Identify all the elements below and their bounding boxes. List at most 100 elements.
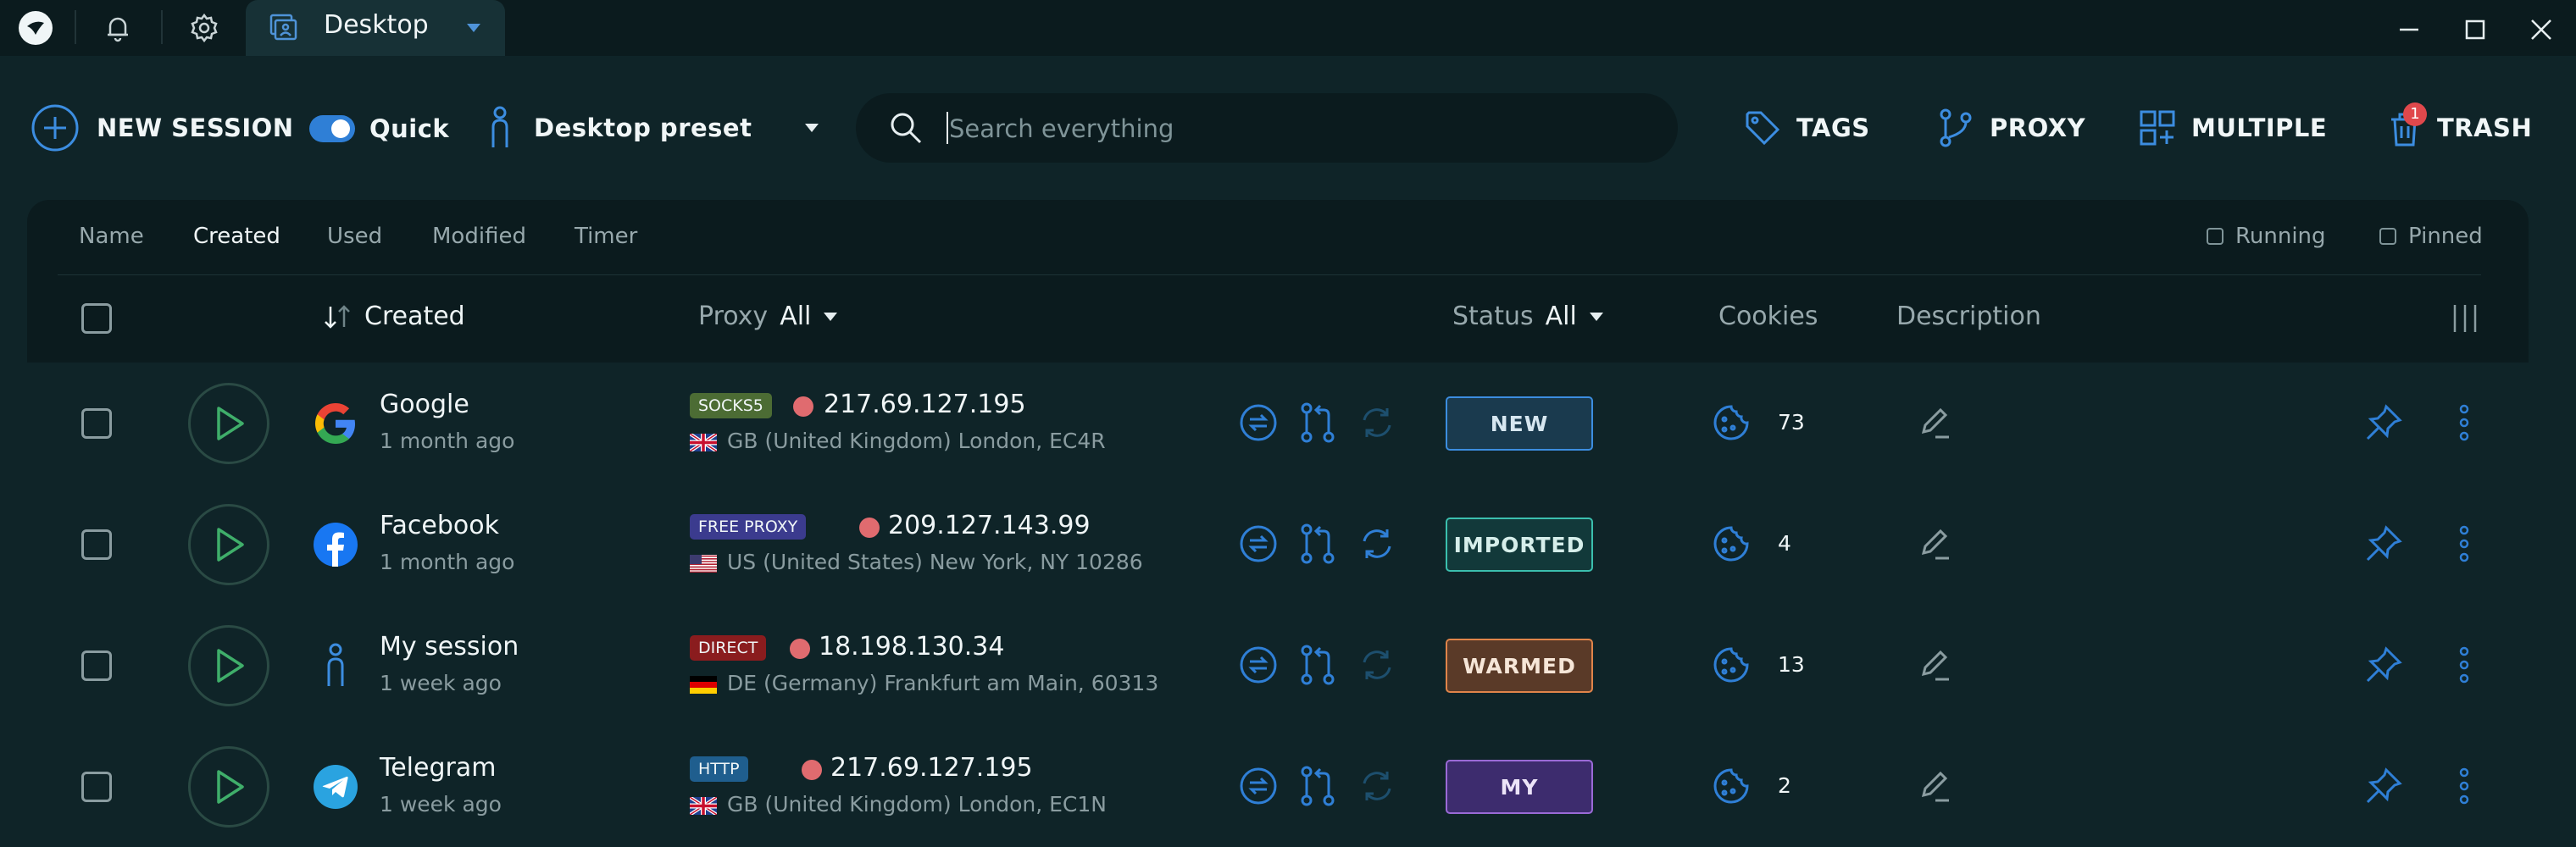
select-all-checkbox[interactable] [81, 303, 112, 334]
proxy-chain-icon[interactable] [1296, 401, 1339, 444]
session-name[interactable]: My session [380, 632, 519, 662]
divider [75, 10, 76, 44]
play-button[interactable] [188, 625, 269, 706]
cookie-icon[interactable] [1710, 765, 1752, 807]
preset-label: Desktop preset [534, 113, 752, 142]
session-name[interactable]: Google [380, 390, 469, 419]
row-checkbox[interactable] [81, 772, 112, 802]
pin-icon[interactable] [2361, 763, 2407, 809]
title-bar: Desktop [0, 0, 2576, 56]
column-status[interactable]: Status All [1452, 302, 1604, 331]
refresh-icon[interactable] [1356, 644, 1398, 686]
proxy-status-dot [790, 639, 810, 659]
column-proxy[interactable]: Proxy All [698, 302, 838, 331]
proxy-ip[interactable]: 217.69.127.195 [824, 390, 1026, 419]
proxy-ip[interactable]: 209.127.143.99 [888, 511, 1091, 540]
row-checkbox[interactable] [81, 650, 112, 681]
pin-icon[interactable] [2361, 642, 2407, 688]
table-row[interactable]: Telegram 1 week ago HTTP 217.69.127.195 … [27, 726, 2529, 847]
play-button[interactable] [188, 504, 269, 585]
edit-description-icon[interactable] [1913, 401, 1956, 444]
bell-icon[interactable] [97, 7, 139, 49]
pinned-filter[interactable]: Pinned [2379, 224, 2483, 249]
facebook-logo-icon [312, 521, 359, 568]
proxy-label: PROXY [1990, 113, 2086, 142]
sort-tab-timer[interactable]: Timer [575, 224, 637, 249]
pin-icon[interactable] [2361, 521, 2407, 567]
proxy-chain-icon[interactable] [1296, 644, 1339, 686]
edit-description-icon[interactable] [1913, 765, 1956, 807]
minimize-icon[interactable] [2386, 7, 2432, 53]
sort-tab-name[interactable]: Name [79, 224, 144, 249]
cookie-count: 2 [1778, 773, 1791, 798]
proxy-button[interactable]: PROXY [1937, 105, 2085, 151]
more-options-icon[interactable] [2447, 521, 2481, 567]
caret-down-icon [804, 123, 819, 133]
cookie-icon[interactable] [1710, 644, 1752, 686]
sort-tab-created[interactable]: Created [193, 224, 280, 249]
session-name[interactable]: Facebook [380, 511, 499, 540]
status-badge[interactable]: NEW [1446, 396, 1593, 451]
search-input[interactable] [947, 107, 1646, 151]
proxy-chain-icon[interactable] [1296, 523, 1339, 565]
sort-tab-modified[interactable]: Modified [432, 224, 526, 249]
proxy-ip[interactable]: 18.198.130.34 [819, 632, 1004, 662]
column-cookies[interactable]: Cookies [1718, 302, 1818, 331]
proxy-chain-icon[interactable] [1296, 765, 1339, 807]
running-checkbox[interactable] [2207, 228, 2223, 245]
rotate-ip-icon[interactable] [1237, 401, 1280, 444]
row-checkbox[interactable] [81, 529, 112, 560]
proxy-ip[interactable]: 217.69.127.195 [830, 753, 1033, 783]
caret-down-icon[interactable] [463, 17, 485, 39]
refresh-icon[interactable] [1356, 765, 1398, 807]
quick-toggle[interactable]: Quick [308, 112, 449, 146]
play-button[interactable] [188, 383, 269, 464]
cookie-icon[interactable] [1710, 523, 1752, 565]
tags-button[interactable]: TAGS [1744, 105, 1870, 151]
status-badge[interactable]: MY [1446, 760, 1593, 814]
edit-description-icon[interactable] [1913, 644, 1956, 686]
more-options-icon[interactable] [2447, 763, 2481, 809]
row-checkbox[interactable] [81, 408, 112, 439]
rotate-ip-icon[interactable] [1237, 523, 1280, 565]
column-settings-icon[interactable] [2449, 303, 2481, 334]
new-session-button[interactable]: NEW SESSION [31, 102, 294, 153]
cookie-count: 13 [1778, 652, 1805, 677]
sort-tab-used[interactable]: Used [327, 224, 382, 249]
toggle-switch[interactable] [308, 114, 356, 143]
table-row[interactable]: Google 1 month ago SOCKS5 217.69.127.195… [27, 363, 2529, 484]
preset-dropdown[interactable]: Desktop preset [485, 105, 819, 151]
column-created-label: Created [364, 302, 465, 331]
cookie-icon[interactable] [1710, 401, 1752, 444]
app-logo-icon[interactable] [14, 7, 57, 49]
proxy-icon [1937, 108, 1974, 148]
column-status-label: Status [1452, 302, 1534, 331]
running-filter[interactable]: Running [2207, 224, 2326, 249]
refresh-icon[interactable] [1356, 523, 1398, 565]
column-description[interactable]: Description [1896, 302, 2041, 331]
more-options-icon[interactable] [2447, 642, 2481, 688]
table-row[interactable]: Facebook 1 month ago FREE PROXY 209.127.… [27, 484, 2529, 605]
tab-desktop[interactable]: Desktop [246, 0, 505, 56]
more-options-icon[interactable] [2447, 400, 2481, 446]
gear-icon[interactable] [183, 7, 225, 49]
play-button[interactable] [188, 746, 269, 828]
search-box[interactable] [856, 93, 1678, 163]
edit-description-icon[interactable] [1913, 523, 1956, 565]
table-row[interactable]: My session 1 week ago DIRECT 18.198.130.… [27, 605, 2529, 726]
pinned-checkbox[interactable] [2379, 228, 2396, 245]
maximize-icon[interactable] [2452, 7, 2498, 53]
pin-icon[interactable] [2361, 400, 2407, 446]
column-created[interactable]: Created [322, 302, 465, 331]
quick-label: Quick [369, 114, 450, 143]
refresh-icon[interactable] [1356, 401, 1398, 444]
rotate-ip-icon[interactable] [1237, 765, 1280, 807]
session-name[interactable]: Telegram [380, 753, 496, 783]
proxy-type-badge: HTTP [690, 756, 748, 782]
status-badge[interactable]: IMPORTED [1446, 518, 1593, 572]
trash-button[interactable]: 1 TRASH [2388, 102, 2532, 151]
close-icon[interactable] [2518, 7, 2564, 53]
multiple-button[interactable]: MULTIPLE [2139, 105, 2327, 151]
rotate-ip-icon[interactable] [1237, 644, 1280, 686]
status-badge[interactable]: WARMED [1446, 639, 1593, 693]
